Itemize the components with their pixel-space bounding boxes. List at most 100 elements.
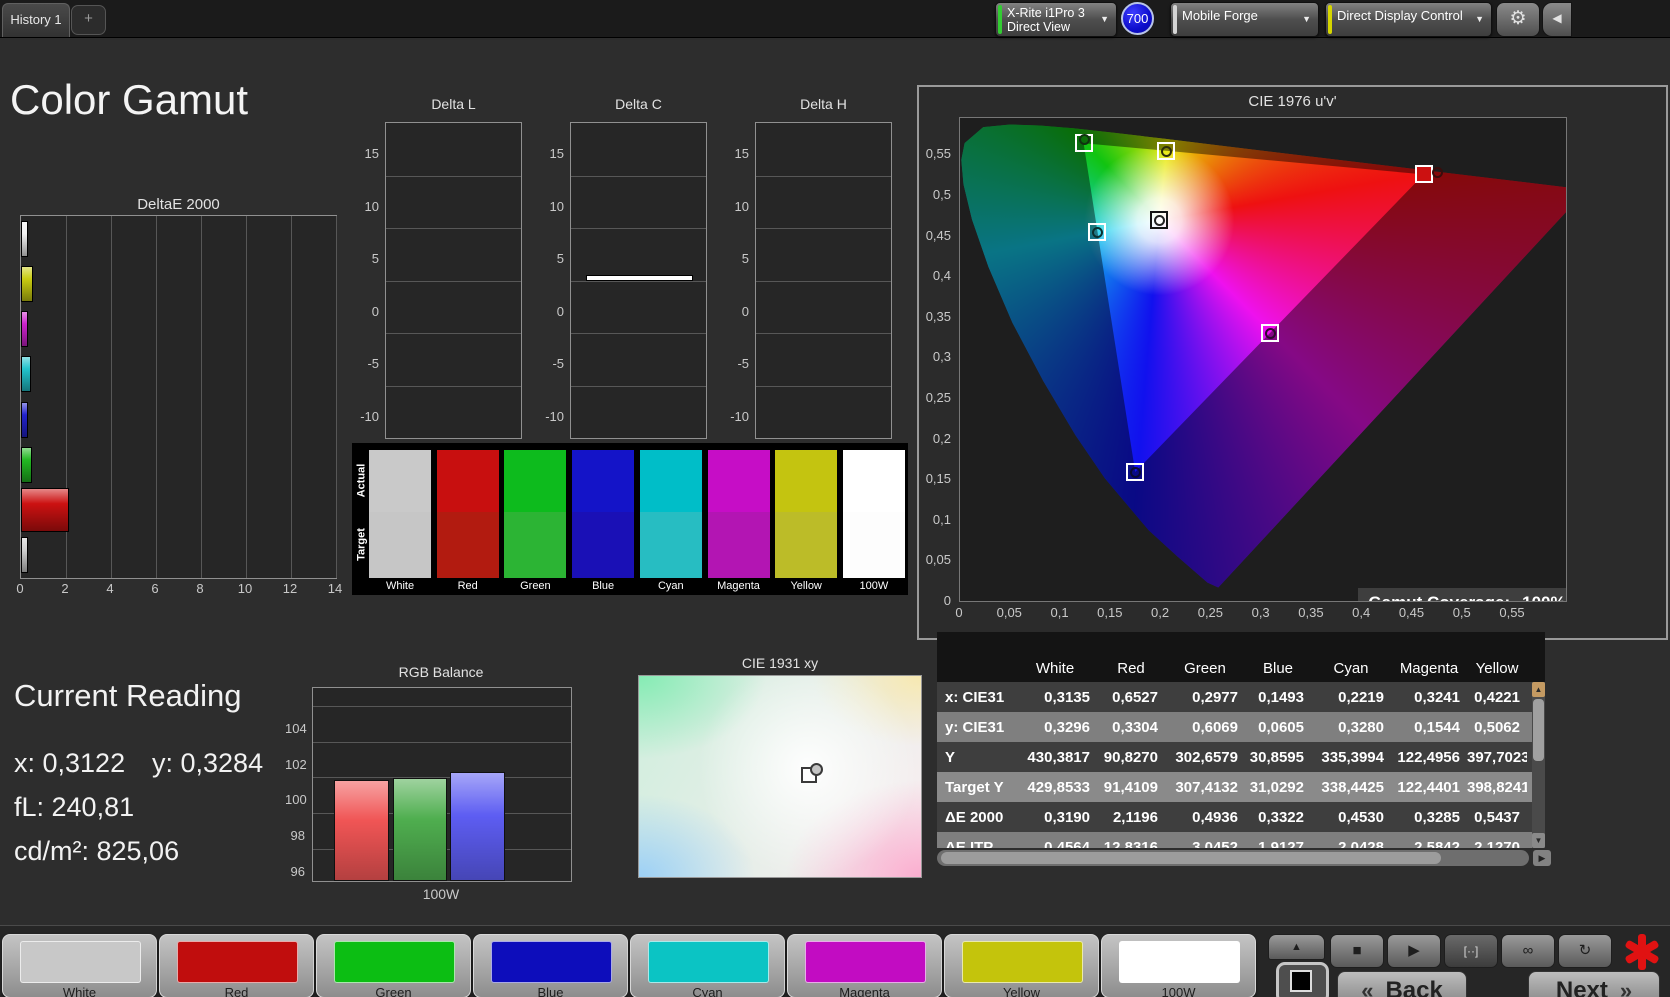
cie-1976-uv-diagram: CIE 1976 u'v' 0,550,50,450,40,350,30,250… <box>917 85 1668 640</box>
pattern-window-toggle-button[interactable] <box>1276 962 1329 997</box>
scroll-right-button[interactable]: ▶ <box>1533 850 1551 866</box>
gridline <box>756 176 891 177</box>
gridline <box>201 216 202 578</box>
table-cell: 0,4936 <box>1165 809 1245 826</box>
y-tick-label: 10 <box>542 199 564 214</box>
x-axis-labels: 00,050,10,150,20,250,30,350,40,450,50,55 <box>959 605 1565 621</box>
next-button-label: Next <box>1556 977 1608 997</box>
meter-count-badge[interactable]: 700 <box>1121 2 1154 35</box>
swatch-column-cyan: Cyan <box>640 443 702 595</box>
table-cell: 0,3241 <box>1391 689 1467 706</box>
play-button[interactable]: ▶ <box>1387 934 1441 968</box>
delta-l-chart: Delta L 151050-5-10-15 100W <box>357 90 522 465</box>
actual-swatch <box>369 450 431 512</box>
chevron-left-icon: ◀ <box>1552 11 1561 25</box>
table-cell: 335,3994 <box>1311 749 1391 766</box>
y-tick-label: 0,2 <box>919 431 951 446</box>
chart-title: Delta H <box>755 96 892 112</box>
target-swatch <box>843 512 905 578</box>
actual-target-swatch-panel: Actual Target WhiteRedGreenBlueCyanMagen… <box>352 443 908 595</box>
swatch-label: Blue <box>568 580 638 592</box>
tab-history-1[interactable]: History 1 <box>2 3 70 37</box>
bar-blue <box>450 772 505 881</box>
gridline <box>756 228 891 229</box>
pattern-tile-cyan[interactable]: Cyan <box>630 934 785 997</box>
collapse-panel-button[interactable]: ◀ <box>1542 2 1572 37</box>
gamut-coverage-readout: Gamut Coverage: 100% <box>1358 588 1567 602</box>
y-tick-label: 0,25 <box>919 390 951 405</box>
stop-button[interactable]: ■ <box>1330 934 1384 968</box>
y-tick-label: -5 <box>357 356 379 371</box>
pattern-tile-red[interactable]: Red <box>159 934 314 997</box>
scroll-up-button[interactable]: ▲ <box>1532 682 1545 697</box>
table-cell: 0,2977 <box>1165 689 1245 706</box>
pattern-swatch <box>962 941 1083 983</box>
row-label: ΔE ITP <box>937 839 1013 849</box>
pattern-options-expand-button[interactable]: ▲ <box>1268 934 1325 960</box>
y-tick-label: 10 <box>357 199 379 214</box>
pattern-tile-green[interactable]: Green <box>316 934 471 997</box>
scrollbar-track[interactable] <box>937 850 1529 866</box>
meter-name: X-Rite i1Pro 3 <box>1007 6 1085 20</box>
x-tick-label: 0,1 <box>1042 605 1078 620</box>
y-tick-label: -10 <box>542 409 564 424</box>
gridline <box>291 216 292 578</box>
vertical-scrollbar[interactable]: ▲ ▼ <box>1532 682 1545 848</box>
table-cell: 0,6069 <box>1165 719 1245 736</box>
column-header-Blue: Blue <box>1245 660 1311 677</box>
y-tick-label: 102 <box>285 757 305 772</box>
back-button[interactable]: « Back <box>1337 971 1467 997</box>
reading-marker-dot <box>810 763 823 776</box>
bar-yellow <box>21 266 33 302</box>
x-axis-labels: 02468101214 <box>20 581 335 597</box>
gridline <box>386 228 521 229</box>
swatch-column-green: Green <box>504 443 566 595</box>
gamut-point-white <box>1150 211 1168 229</box>
chevron-down-icon: ▼ <box>1475 14 1484 24</box>
y-tick-label: 96 <box>285 864 305 879</box>
pattern-swatch <box>1119 941 1240 983</box>
y-tick-label: 0,3 <box>919 349 951 364</box>
gridline <box>313 742 571 743</box>
target-swatch <box>708 512 770 578</box>
next-button[interactable]: Next » <box>1528 971 1660 997</box>
y-tick-label: 5 <box>542 251 564 266</box>
table-cell: 3,0452 <box>1165 839 1245 849</box>
current-reading-title: Current Reading <box>14 678 241 714</box>
bar-cyan <box>21 356 31 392</box>
add-tab-button[interactable]: + <box>71 5 106 35</box>
meter-dropdown[interactable]: X-Rite i1Pro 3 Direct View ▼ <box>995 2 1117 37</box>
table-cell: 2,5842 <box>1391 839 1467 849</box>
table-cell: 0,3135 <box>1013 689 1097 706</box>
source-dropdown[interactable]: Mobile Forge ▼ <box>1170 2 1319 37</box>
y-tick-label: 0,35 <box>919 309 951 324</box>
actual-swatch <box>640 450 702 512</box>
gamut-point-dot <box>1161 146 1172 157</box>
horizontal-scrollbar[interactable]: ▶ <box>937 850 1551 866</box>
scroll-down-button[interactable]: ▼ <box>1532 833 1545 848</box>
continuous-read-button[interactable]: ∞ <box>1501 934 1555 968</box>
infinity-icon: ∞ <box>1523 942 1534 959</box>
pattern-tile-magenta[interactable]: Magenta <box>787 934 942 997</box>
pattern-series-button[interactable]: [··] <box>1444 934 1498 968</box>
gamut-point-cyan <box>1088 223 1106 241</box>
pattern-tile-yellow[interactable]: Yellow <box>944 934 1099 997</box>
gridline <box>386 281 521 282</box>
y-tick-label: 100 <box>285 792 305 807</box>
table-cell: 0,0605 <box>1245 719 1311 736</box>
scrollbar-thumb[interactable] <box>941 852 1441 864</box>
scrollbar-thumb[interactable] <box>1533 699 1544 761</box>
pattern-tile-white[interactable]: White <box>2 934 157 997</box>
gridline <box>571 386 706 387</box>
pattern-tile-100w[interactable]: 100W <box>1101 934 1256 997</box>
x-tick-label: 0,2 <box>1142 605 1178 620</box>
table-cell: 122,4401 <box>1391 779 1467 796</box>
refresh-button[interactable]: ↻ <box>1558 934 1612 968</box>
pattern-tile-label: Cyan <box>631 985 784 997</box>
column-header-Yellow: Yellow <box>1467 660 1527 677</box>
settings-button[interactable]: ⚙ <box>1496 2 1540 37</box>
target-swatch <box>369 512 431 578</box>
display-control-dropdown[interactable]: Direct Display Control ▼ <box>1325 2 1492 37</box>
pattern-tile-blue[interactable]: Blue <box>473 934 628 997</box>
reading-marker <box>801 767 817 783</box>
